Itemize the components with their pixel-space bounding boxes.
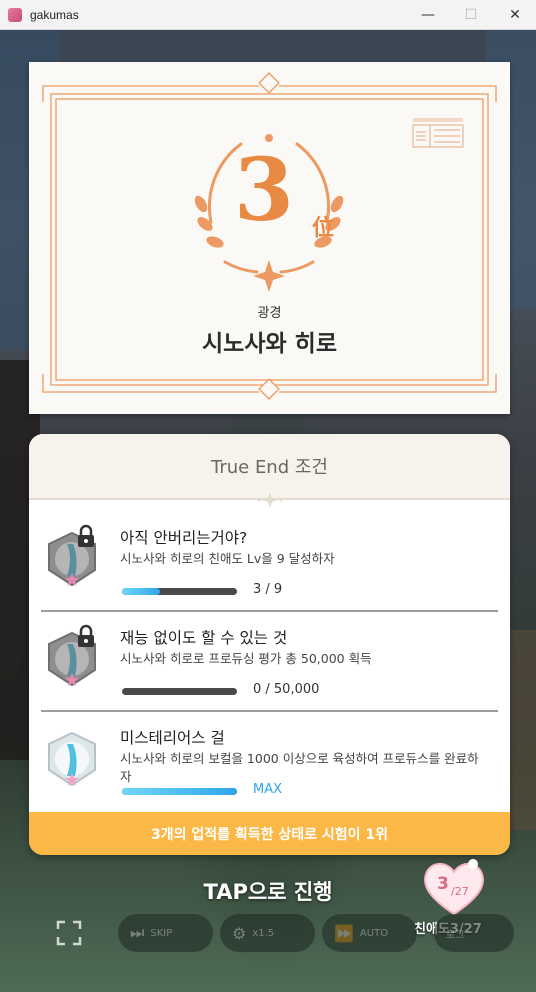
maximize-button[interactable]: ☐ xyxy=(448,0,494,30)
achievement-description: 시노사와 히로로 프로듀싱 평가 총 50,000 획득 xyxy=(120,651,372,666)
achievement-item: 아직 안버리는거야? 시노사와 히로의 친애도 Lv을 9 달성하자 3 / 9 xyxy=(29,512,510,612)
skip-label: SKIP xyxy=(150,927,173,939)
speed-label: x1.5 xyxy=(252,927,275,939)
achievement-title: 재능 없이도 할 수 있는 것 xyxy=(120,629,288,647)
progress-fill xyxy=(122,788,237,795)
achievement-description: 시노사와 히로의 보컬을 1000 이상으로 육성하여 프로듀스를 완료하자 xyxy=(120,751,479,784)
rank-category: 광경 xyxy=(257,306,282,321)
progress-fill xyxy=(122,588,160,595)
stamp-icon xyxy=(412,118,464,148)
true-end-requirement-bar: 3개의 업적를 획득한 상태로 시험이 1위 xyxy=(29,812,510,855)
achievement-description: 시노사와 히로의 친애도 Lv을 9 달성하자 xyxy=(120,551,335,566)
achievement-item: 재능 없이도 할 수 있는 것 시노사와 히로로 프로듀싱 평가 총 50,00… xyxy=(29,612,510,712)
auto-label: AUTO xyxy=(359,927,389,939)
speed-icon: ⚙ xyxy=(232,923,247,943)
window-title-bar: gakumas — ☐ ✕ xyxy=(0,0,536,30)
achievement-progress-text: MAX xyxy=(253,782,283,797)
skip-button[interactable]: ⏭ SKIP xyxy=(118,914,213,952)
log-button[interactable]: 로그 xyxy=(434,914,514,952)
idol-name: 시노사와 히로 xyxy=(202,331,337,357)
auto-button[interactable]: ⏩ AUTO xyxy=(322,914,417,952)
true-end-panel: True End 조건 아직 안버리는거야? 시노사와 히로의 친애도 Lv을 … xyxy=(29,434,510,855)
sparkle-icon xyxy=(257,492,283,508)
achievement-item: 미스테리어스 걸 시노사와 히로의 보컬을 1000 이상으로 육성하여 프로듀… xyxy=(29,712,510,812)
app-icon xyxy=(8,7,22,22)
window-title: gakumas xyxy=(30,7,79,22)
achievement-progress-bar xyxy=(122,588,237,595)
skip-icon: ⏭ xyxy=(130,923,145,942)
fullscreen-icon[interactable] xyxy=(56,920,82,946)
panel-header: True End 조건 xyxy=(29,434,510,508)
affection-level: 3 xyxy=(437,874,449,894)
achievement-progress-bar xyxy=(122,688,237,695)
achievement-title: 아직 안버리는거야? xyxy=(120,529,248,547)
auto-icon: ⏩ xyxy=(334,923,354,943)
requirement-text: 3개의 업적를 획득한 상태로 시험이 1위 xyxy=(150,826,389,843)
lock-icon xyxy=(78,524,94,547)
rank-number: 3 xyxy=(234,140,294,241)
lock-icon xyxy=(78,624,94,647)
achievement-badge-icon xyxy=(48,731,96,787)
rank-result-card: 3 位 광경 시노사와 히로 xyxy=(29,62,510,414)
log-label: 로그 xyxy=(446,929,465,941)
achievement-progress-bar xyxy=(122,788,237,795)
close-button[interactable]: ✕ xyxy=(492,0,536,30)
panel-title: True End 조건 xyxy=(210,457,328,478)
achievement-progress-text: 0 / 50,000 xyxy=(253,682,320,697)
achievement-title: 미스테리어스 걸 xyxy=(120,729,225,747)
rank-suffix: 位 xyxy=(312,216,335,241)
minimize-button[interactable]: — xyxy=(405,0,451,30)
affection-max: /27 xyxy=(451,885,469,898)
speed-button[interactable]: ⚙ x1.5 xyxy=(220,914,315,952)
achievement-progress-text: 3 / 9 xyxy=(253,582,283,597)
